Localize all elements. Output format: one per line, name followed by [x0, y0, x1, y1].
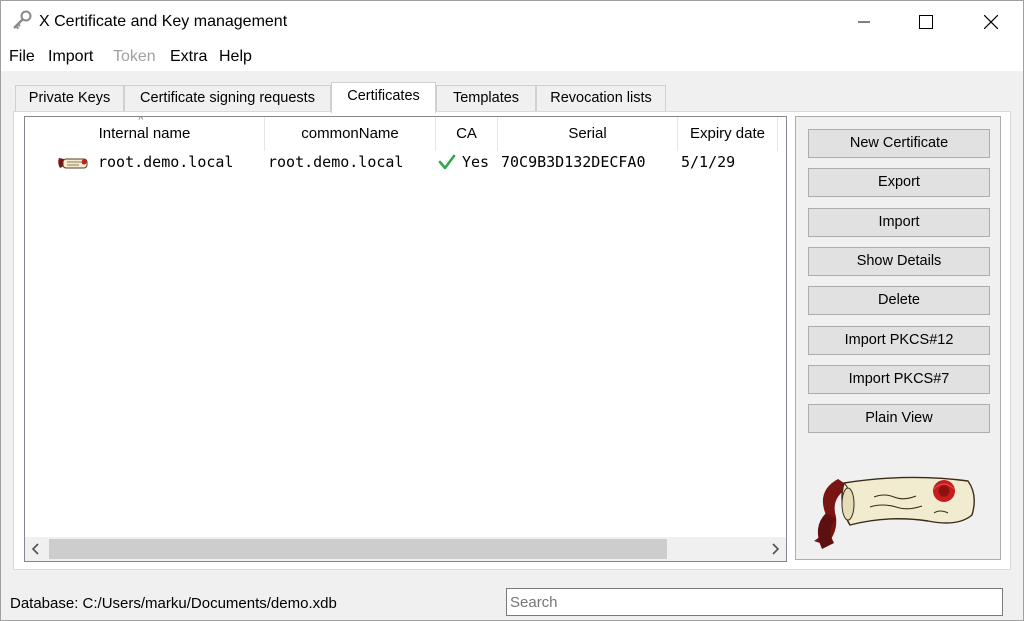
column-header-commonname[interactable]: commonName [265, 117, 436, 151]
certificate-list[interactable]: ^ Internal name commonName CA Serial Exp… [24, 116, 787, 562]
menu-bar: File Import Token Extra Help [1, 43, 1023, 71]
import-pkcs12-button[interactable]: Import PKCS#12 [808, 326, 990, 355]
button-group: New Certificate Export Import Show Detai… [795, 116, 1001, 560]
scroll-right-button[interactable] [764, 537, 786, 561]
check-icon [438, 153, 456, 171]
tab-certificates[interactable]: Certificates [331, 82, 436, 113]
menu-token[interactable]: Token [113, 48, 156, 66]
key-icon [11, 10, 33, 32]
column-header-label: Expiry date [689, 125, 766, 142]
tab-revocation-lists[interactable]: Revocation lists [536, 85, 666, 111]
horizontal-scrollbar[interactable] [25, 537, 786, 561]
delete-button[interactable]: Delete [808, 286, 990, 315]
menu-extra[interactable]: Extra [170, 48, 207, 66]
export-button[interactable]: Export [808, 168, 990, 197]
import-pkcs7-button[interactable]: Import PKCS#7 [808, 365, 990, 394]
database-path: Database: C:/Users/marku/Documents/demo.… [10, 595, 337, 612]
minimize-icon [858, 21, 870, 23]
cell-ca: Yes [462, 153, 490, 171]
cell-expiry-date: 5/1/29 [681, 153, 736, 171]
scrollbar-thumb[interactable] [49, 539, 667, 559]
column-header-label: commonName [301, 125, 399, 142]
close-icon [984, 15, 998, 29]
cell-serial: 70C9B3D132DECFA0 [501, 153, 646, 171]
menu-file[interactable]: File [9, 48, 35, 66]
column-header-expiry-date[interactable]: Expiry date [678, 117, 778, 151]
certificate-icon [55, 154, 91, 172]
column-header-label: Serial [568, 125, 607, 142]
import-button[interactable]: Import [808, 208, 990, 237]
table-row[interactable]: root.demo.local root.demo.local Yes 70C9… [25, 151, 786, 173]
chevron-left-icon [32, 543, 39, 555]
new-certificate-button[interactable]: New Certificate [808, 129, 990, 158]
column-header-serial[interactable]: Serial [498, 117, 678, 151]
window-title: X Certificate and Key management [39, 13, 288, 30]
chevron-right-icon [772, 543, 779, 555]
maximize-icon [919, 15, 933, 29]
tab-certificate-signing-requests[interactable]: Certificate signing requests [124, 85, 331, 111]
menu-import[interactable]: Import [48, 48, 93, 66]
plain-view-button[interactable]: Plain View [808, 404, 990, 433]
menu-help[interactable]: Help [219, 48, 252, 66]
certificates-panel: ^ Internal name commonName CA Serial Exp… [13, 111, 1011, 570]
title-bar: X Certificate and Key management [1, 1, 1023, 43]
cell-internal-name: root.demo.local [98, 153, 234, 171]
column-header-ca[interactable]: CA [436, 117, 498, 151]
column-header-label: CA [456, 125, 477, 142]
certificate-scroll-logo [808, 469, 980, 551]
column-header-label: Internal name [98, 125, 191, 142]
tab-templates[interactable]: Templates [436, 85, 536, 111]
search-input[interactable] [506, 588, 1003, 616]
scroll-left-button[interactable] [25, 537, 47, 561]
column-header-internal-name[interactable]: ^ Internal name [25, 117, 265, 151]
tab-private-keys[interactable]: Private Keys [15, 85, 124, 111]
cell-common-name: root.demo.local [268, 153, 404, 171]
maximize-button[interactable] [903, 1, 949, 43]
close-button[interactable] [968, 1, 1014, 43]
app-window: X Certificate and Key management File Im… [0, 0, 1024, 621]
minimize-button[interactable] [841, 1, 887, 43]
show-details-button[interactable]: Show Details [808, 247, 990, 276]
